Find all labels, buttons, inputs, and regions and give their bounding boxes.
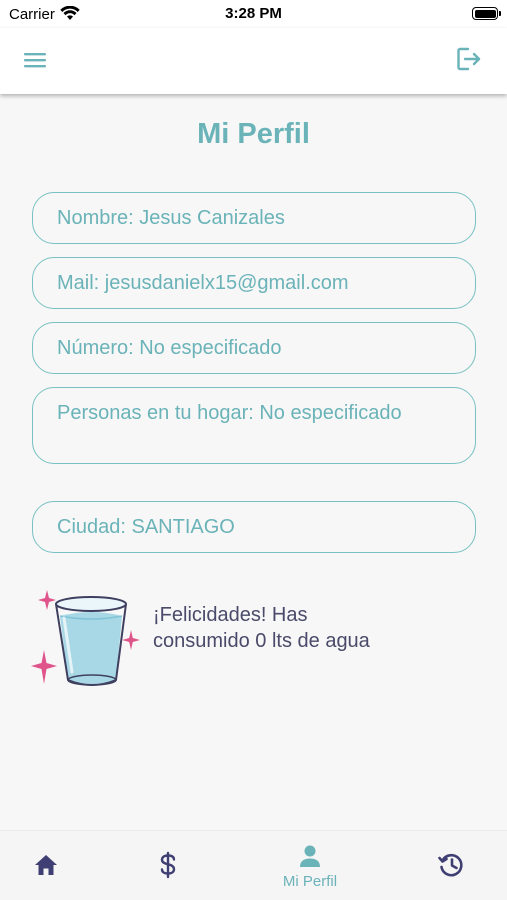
nav-home[interactable] [22, 831, 92, 900]
page-title: Mi Perfil [197, 118, 310, 150]
home-icon [35, 855, 57, 875]
nav-history[interactable] [416, 831, 486, 900]
status-bar: Carrier 3:28 PM [0, 0, 507, 28]
city-field[interactable]: Ciudad: SANTIAGO [32, 501, 476, 553]
bottom-nav: Mi Perfil [0, 830, 507, 900]
history-icon [438, 853, 463, 877]
battery-icon [472, 7, 501, 20]
nav-profile-label: Mi Perfil [282, 873, 338, 890]
logout-icon[interactable] [455, 45, 483, 73]
email-field[interactable]: Mail: jesusdanielx15@gmail.com [32, 257, 476, 309]
app-header [0, 28, 507, 94]
congrats-message: ¡Felicidades! Has consumido 0 lts de agu… [153, 604, 370, 652]
household-field[interactable]: Personas en tu hogar: No especificado [32, 387, 476, 464]
hamburger-menu-icon[interactable] [22, 48, 48, 72]
nav-profile[interactable]: Mi Perfil [260, 831, 360, 900]
dollar-icon [160, 851, 176, 879]
name-field[interactable]: Nombre: Jesus Canizales [32, 192, 476, 244]
status-time: 3:28 PM [225, 5, 282, 22]
nav-money[interactable] [135, 831, 205, 900]
phone-field[interactable]: Número: No especificado [32, 322, 476, 374]
person-icon [300, 845, 320, 867]
water-glass-illustration [31, 590, 140, 686]
